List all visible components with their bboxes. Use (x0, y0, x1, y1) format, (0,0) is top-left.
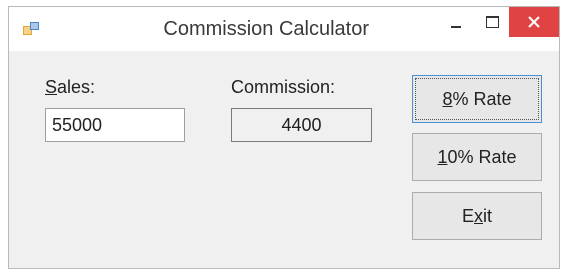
sales-label-text: ales: (57, 77, 96, 97)
commission-output: 4400 (231, 108, 372, 142)
sales-label: Sales: (45, 77, 95, 98)
window-title: Commission Calculator (163, 18, 369, 40)
maximize-icon (486, 16, 499, 28)
rate-10-label: 0% Rate (447, 147, 517, 167)
sales-label-mnemonic: S (45, 77, 58, 97)
minimize-button[interactable] (439, 7, 473, 37)
close-button[interactable] (509, 7, 559, 37)
exit-label-start: E (461, 206, 474, 226)
rate-10-button[interactable]: 10% Rate (412, 133, 542, 181)
sales-input[interactable] (45, 108, 185, 142)
rate-10-mnemonic: 1 (437, 147, 448, 167)
rate-8-label: % Rate (452, 89, 512, 109)
exit-mnemonic: x (474, 206, 483, 226)
title-bar[interactable]: Commission Calculator (9, 7, 559, 51)
rate-8-mnemonic: 8 (442, 89, 453, 109)
exit-button[interactable]: Exit (412, 192, 542, 240)
rate-8-button[interactable]: 8% Rate (412, 75, 542, 123)
close-icon (528, 16, 540, 28)
minimize-icon (451, 26, 461, 28)
exit-label-end: it (483, 206, 492, 226)
maximize-button[interactable] (475, 7, 509, 37)
commission-label: Commission: (231, 77, 336, 97)
commission-calculator-window: Commission Calculator Sales: Commission:… (8, 6, 560, 269)
